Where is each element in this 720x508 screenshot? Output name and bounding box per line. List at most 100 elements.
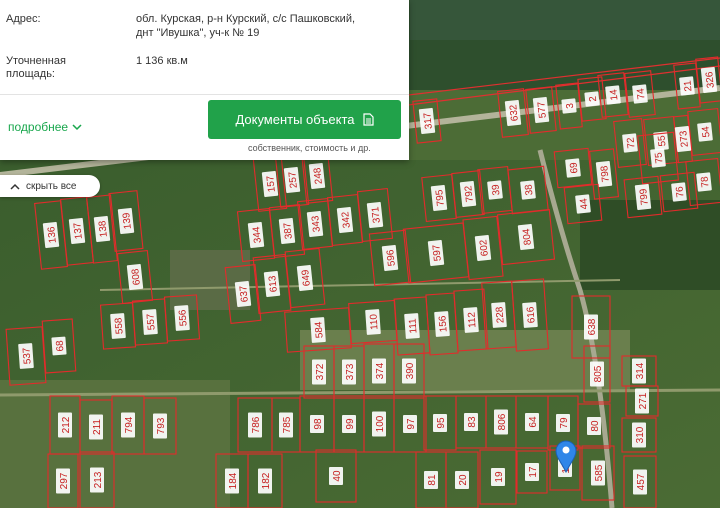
parcel-number: 613 (267, 275, 280, 293)
parcel-number: 136 (46, 226, 59, 244)
parcel-number: 75 (653, 151, 665, 164)
parcel-number: 793 (156, 417, 167, 434)
parcel-number: 585 (594, 464, 605, 481)
parcel-number: 80 (590, 420, 601, 432)
hide-all-button[interactable]: скрыть все (0, 175, 100, 197)
parcel-number: 632 (508, 104, 521, 122)
parcel-number: 100 (375, 415, 386, 432)
chevron-up-icon (10, 183, 20, 190)
object-documents-button[interactable]: Документы объекта (208, 100, 401, 139)
parcel-number: 44 (578, 197, 590, 210)
document-icon (362, 113, 374, 126)
parcel-number: 342 (340, 211, 353, 229)
area-label-line1: Уточненная (6, 55, 66, 67)
parcel-number: 584 (313, 321, 325, 339)
parcel-number: 792 (463, 185, 476, 203)
parcel-number: 211 (92, 419, 103, 435)
parcel-number: 273 (678, 130, 691, 148)
parcel-info-panel: Адрес: обл. Курская, р-н Курский, с/с Па… (0, 0, 409, 160)
parcel-number: 83 (467, 416, 478, 428)
hide-all-label: скрыть все (26, 180, 77, 192)
parcel-number: 649 (300, 269, 313, 287)
parcel-number: 314 (635, 362, 646, 379)
area-value: 1 136 кв.м (136, 55, 188, 67)
documents-subtitle: собственник, стоимость и др. (248, 143, 371, 153)
parcel-number: 21 (682, 79, 694, 92)
parcel-number: 317 (422, 112, 435, 130)
parcel-number: 112 (466, 311, 478, 328)
parcel-number: 81 (427, 474, 438, 486)
parcel-number: 297 (59, 472, 70, 489)
address-value-line1: обл. Курская, р-н Курский, с/с Пашковски… (136, 13, 356, 25)
parcel-number: 373 (345, 363, 356, 380)
area-label-line2: площадь: (6, 68, 55, 80)
parcel-number: 786 (251, 416, 262, 433)
parcel-number: 19 (494, 471, 505, 483)
parcel-number: 212 (61, 416, 72, 433)
parcel-number: 111 (407, 317, 419, 333)
parcel-number: 257 (287, 171, 300, 189)
address-value-line2: днт "Ивушка", уч-к № 19 (136, 27, 260, 39)
parcel-number: 17 (528, 466, 539, 478)
divider (0, 94, 409, 95)
parcel-number: 344 (251, 226, 264, 244)
parcel-number: 557 (145, 313, 157, 331)
parcel-number: 39 (490, 183, 502, 196)
parcel-number: 182 (261, 472, 272, 489)
parcel-number: 371 (370, 206, 383, 224)
parcel-number: 616 (525, 306, 537, 324)
parcel-number: 638 (587, 318, 598, 335)
object-documents-label: Документы объекта (235, 112, 355, 127)
parcel-number: 38 (523, 183, 535, 196)
parcel-number: 228 (494, 306, 506, 324)
parcel-number: 55 (656, 134, 668, 147)
parcel-number: 157 (265, 175, 278, 193)
parcel-number: 64 (528, 416, 539, 428)
parcel-number: 343 (310, 215, 323, 233)
parcel-number: 74 (635, 87, 647, 100)
parcel-number: 110 (368, 313, 380, 330)
parcel-number: 78 (699, 175, 711, 188)
parcel-number: 14 (608, 88, 620, 101)
parcel-number: 794 (124, 416, 135, 433)
parcel-number: 326 (704, 71, 717, 89)
parcel-number: 558 (113, 317, 125, 335)
parcel-number: 785 (282, 416, 293, 433)
more-details-label: подробнее (8, 120, 69, 134)
parcel-number: 390 (405, 362, 416, 379)
parcel-number: 798 (599, 165, 612, 183)
chevron-down-icon (72, 123, 82, 130)
parcel-number: 596 (385, 249, 398, 267)
parcel-number: 608 (130, 268, 143, 286)
parcel-number: 806 (497, 413, 508, 430)
more-details-link[interactable]: подробнее (8, 120, 82, 134)
parcel-number: 248 (312, 167, 325, 185)
parcel-number: 184 (228, 472, 239, 489)
parcel-number: 804 (521, 228, 534, 246)
parcel-number: 374 (375, 362, 386, 379)
parcel-number: 72 (625, 136, 637, 149)
parcel-number: 137 (72, 222, 85, 240)
parcel-number: 79 (559, 417, 570, 429)
parcel-number: 799 (638, 188, 651, 206)
parcel-number: 271 (638, 392, 649, 409)
parcel-number: 99 (345, 418, 356, 430)
parcel-number: 98 (313, 418, 324, 430)
parcel-number: 20 (458, 474, 469, 486)
parcel-number: 457 (636, 473, 647, 490)
parcel-number: 637 (238, 285, 251, 303)
address-label: Адрес: (6, 13, 41, 25)
parcel-number: 387 (282, 222, 295, 240)
parcel-number: 597 (431, 244, 444, 262)
parcel-number: 156 (437, 315, 449, 333)
parcel-number: 537 (21, 347, 33, 365)
parcel-number: 602 (478, 239, 491, 257)
parcel-number: 68 (55, 340, 67, 352)
parcel-number: 97 (406, 418, 417, 430)
parcel-number: 95 (436, 417, 447, 429)
parcel-number: 805 (593, 365, 604, 382)
parcel-number: 372 (315, 363, 326, 380)
parcel-number: 138 (97, 220, 110, 238)
parcel-number: 556 (177, 309, 189, 327)
parcel-number: 795 (434, 189, 447, 207)
